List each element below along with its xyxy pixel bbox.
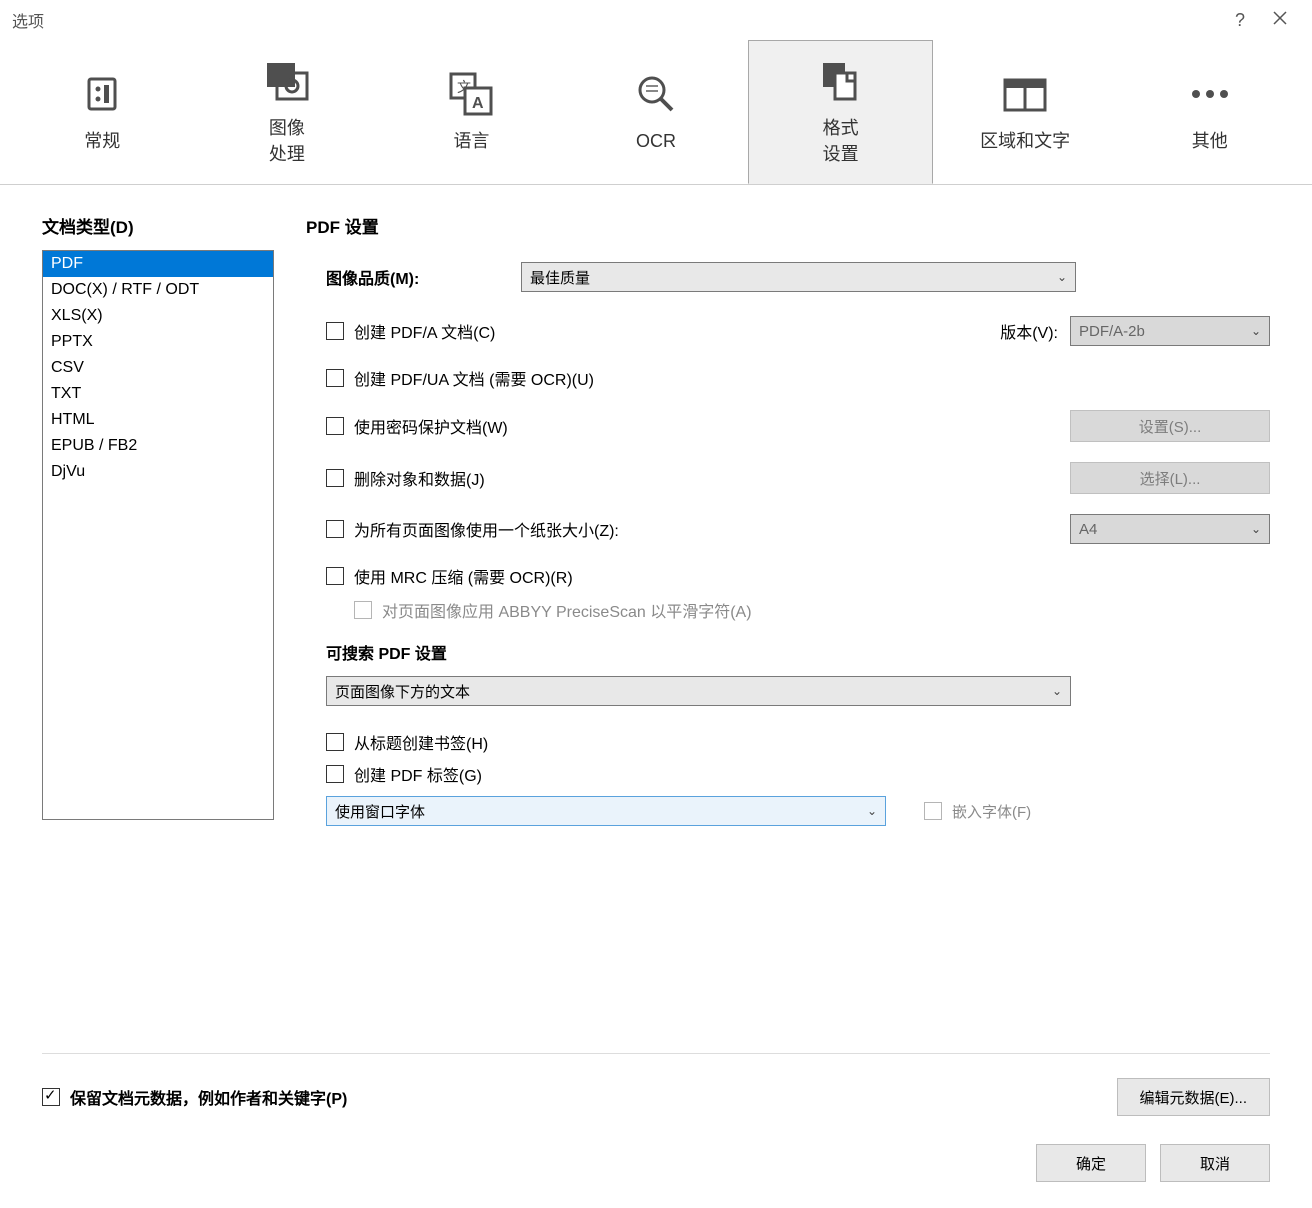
cancel-button[interactable]: 取消 [1160, 1144, 1270, 1182]
general-icon [81, 70, 123, 118]
pdf-tags-label: 创建 PDF 标签(G) [354, 762, 482, 786]
paper-size-select: A4 ⌄ [1070, 514, 1270, 544]
bookmarks-label: 从标题创建书签(H) [354, 730, 488, 754]
searchable-select[interactable]: 页面图像下方的文本 ⌄ [326, 676, 1071, 706]
paper-size-label: 为所有页面图像使用一个纸张大小(Z): [354, 517, 619, 541]
embed-fonts-checkbox [924, 802, 942, 820]
create-pdfa-label: 创建 PDF/A 文档(C) [354, 319, 495, 343]
more-icon [1188, 70, 1232, 118]
paper-size-checkbox[interactable] [326, 520, 344, 538]
sidebar-title: 文档类型(D) [42, 213, 274, 238]
mrc-checkbox[interactable] [326, 567, 344, 585]
tab-format-settings[interactable]: 格式 设置 [748, 40, 933, 184]
searchable-section-title: 可搜索 PDF 设置 [326, 640, 1270, 664]
chevron-down-icon: ⌄ [1251, 522, 1261, 536]
chevron-down-icon: ⌄ [1052, 684, 1062, 698]
close-button[interactable] [1260, 11, 1300, 30]
chevron-down-icon: ⌄ [1251, 324, 1261, 338]
mrc-label: 使用 MRC 压缩 (需要 OCR)(R) [354, 564, 573, 588]
format-icon [817, 57, 865, 105]
document-type-listbox[interactable]: PDF DOC(X) / RTF / ODT XLS(X) PPTX CSV T… [42, 250, 274, 820]
embed-fonts-label: 嵌入字体(F) [952, 801, 1031, 822]
pdf-tags-checkbox[interactable] [326, 765, 344, 783]
image-quality-select[interactable]: 最佳质量 ⌄ [521, 262, 1076, 292]
tab-other[interactable]: 其他 [1117, 40, 1302, 184]
bookmarks-checkbox[interactable] [326, 733, 344, 751]
list-item[interactable]: TXT [43, 381, 273, 407]
list-item[interactable]: DOC(X) / RTF / ODT [43, 277, 273, 303]
version-label: 版本(V): [1000, 319, 1058, 343]
precise-scan-checkbox [354, 601, 372, 619]
ok-button[interactable]: 确定 [1036, 1144, 1146, 1182]
chevron-down-icon: ⌄ [1057, 270, 1067, 284]
image-quality-label: 图像品质(M): [326, 265, 521, 289]
tab-ocr[interactable]: OCR [564, 40, 749, 184]
metadata-checkbox[interactable] [42, 1088, 60, 1106]
image-processing-icon [263, 57, 311, 105]
create-pdfua-label: 创建 PDF/UA 文档 (需要 OCR)(U) [354, 366, 594, 390]
language-icon: 文A [447, 70, 495, 118]
chevron-down-icon: ⌄ [867, 804, 877, 818]
list-item[interactable]: CSV [43, 355, 273, 381]
metadata-label: 保留文档元数据，例如作者和关键字(P) [70, 1085, 347, 1109]
list-item[interactable]: HTML [43, 407, 273, 433]
svg-text:A: A [472, 95, 484, 112]
create-pdfa-checkbox[interactable] [326, 322, 344, 340]
ocr-icon [634, 70, 678, 118]
list-item[interactable]: DjVu [43, 459, 273, 485]
tab-image-processing[interactable]: 图像 处理 [195, 40, 380, 184]
tab-general[interactable]: 常规 [10, 40, 195, 184]
password-settings-button: 设置(S)... [1070, 410, 1270, 442]
precise-scan-label: 对页面图像应用 ABBYY PreciseScan 以平滑字符(A) [382, 598, 752, 622]
help-button[interactable]: ? [1220, 10, 1260, 31]
delete-objects-label: 删除对象和数据(J) [354, 466, 485, 490]
tab-language[interactable]: 文A 语言 [379, 40, 564, 184]
list-item[interactable]: XLS(X) [43, 303, 273, 329]
list-item[interactable]: PDF [43, 251, 273, 277]
password-protect-label: 使用密码保护文档(W) [354, 414, 508, 438]
window-title: 选项 [12, 8, 44, 32]
version-select: PDF/A-2b ⌄ [1070, 316, 1270, 346]
list-item[interactable]: EPUB / FB2 [43, 433, 273, 459]
delete-objects-checkbox[interactable] [326, 469, 344, 487]
list-item[interactable]: PPTX [43, 329, 273, 355]
delete-select-button: 选择(L)... [1070, 462, 1270, 494]
tab-area-text[interactable]: 区域和文字 [933, 40, 1118, 184]
area-text-icon [1001, 70, 1049, 118]
font-select[interactable]: 使用窗口字体 ⌄ [326, 796, 886, 826]
create-pdfua-checkbox[interactable] [326, 369, 344, 387]
panel-title: PDF 设置 [306, 213, 1270, 238]
password-protect-checkbox[interactable] [326, 417, 344, 435]
edit-metadata-button[interactable]: 编辑元数据(E)... [1117, 1078, 1271, 1116]
